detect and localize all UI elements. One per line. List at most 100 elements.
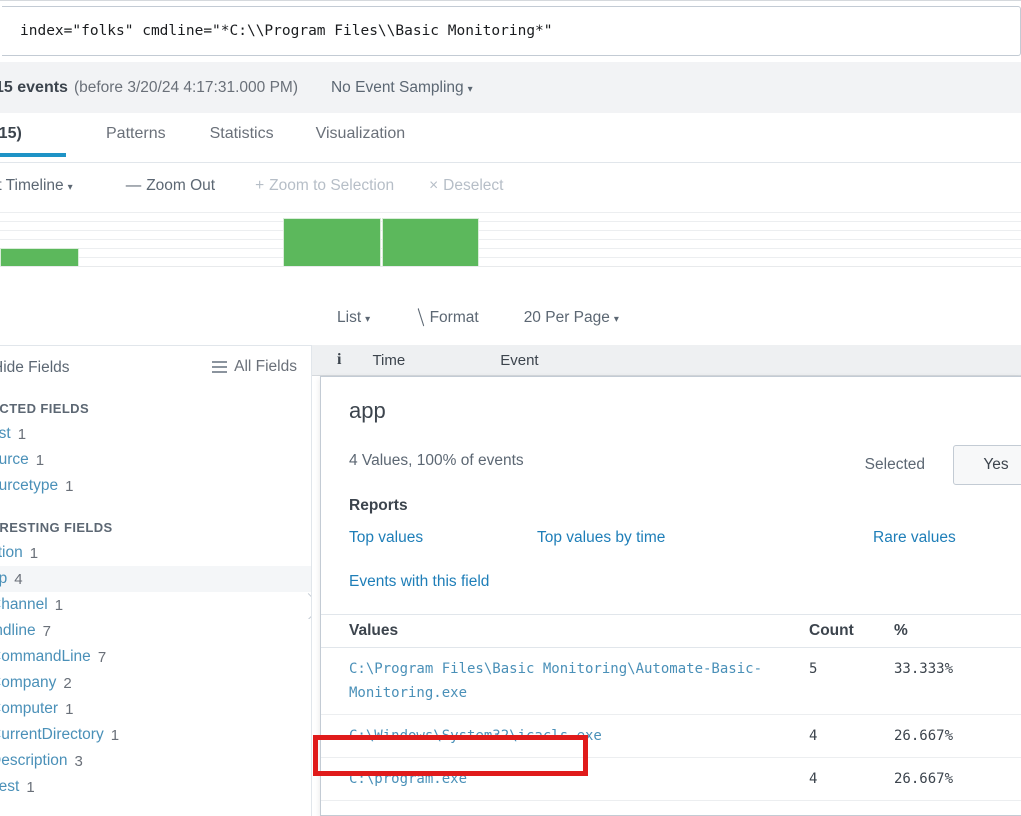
tab-visualization-label: Visualization	[315, 125, 406, 142]
hide-fields-button[interactable]: Hide Fields	[0, 359, 70, 377]
timeline-gridline	[0, 257, 1021, 258]
timeline-gridline	[0, 212, 1021, 213]
sidebar-field-label: CurrentDirectory	[0, 726, 104, 743]
sidebar-field-mdline[interactable]: mdline 7	[0, 618, 311, 644]
sidebar-field-label: pp	[0, 570, 7, 588]
per-page-dropdown[interactable]: 20 Per Page ▾	[524, 309, 619, 327]
events-table-header: i Time Event	[312, 345, 1021, 376]
values-table-header: Values Count %	[321, 615, 1021, 648]
sidebar-field-count: 1	[35, 451, 45, 469]
table-row: C:\Windows\System32\icacls.exe 4 26.667%	[321, 715, 1021, 758]
rare-values-link[interactable]: Rare values	[873, 529, 956, 547]
zoom-to-selection-label: Zoom to Selection	[269, 177, 395, 194]
timeline-bar[interactable]	[382, 218, 479, 266]
sidebar-field-ource[interactable]: ource 1	[0, 447, 311, 473]
sidebar-field-Description[interactable]: Description 3	[0, 748, 311, 774]
count-cell: 4	[809, 728, 818, 744]
sidebar-field-Company[interactable]: Company 2	[0, 670, 311, 696]
interesting-fields-heading: TERESTING FIELDS	[0, 520, 113, 535]
sidebar-field-count: 4	[14, 570, 23, 588]
percent-cell: 26.667%	[894, 771, 954, 787]
format-timeline-label: ormat Timeline	[0, 177, 64, 194]
tab-statistics-label: Statistics	[209, 125, 274, 142]
sidebar-field-count: 7	[97, 648, 107, 666]
sidebar-field-ction[interactable]: ction 1	[0, 540, 311, 566]
format-results-label: Format	[429, 309, 479, 326]
format-results-button[interactable]: ╱Format	[412, 309, 479, 327]
popover-field-name: app	[349, 398, 386, 423]
timeline-gridline	[0, 248, 1021, 249]
search-query-text[interactable]: index="folks" cmdline="*C:\\Program File…	[2, 23, 553, 39]
tab-visualization[interactable]: Visualization	[316, 113, 406, 156]
tab-patterns-label: Patterns	[106, 125, 166, 142]
results-toolbar: List ▾ ╱Format 20 Per Page ▾	[0, 296, 1021, 340]
format-timeline-dropdown[interactable]: ormat Timeline▾	[0, 177, 73, 195]
percent-cell: 13.333%	[894, 810, 994, 815]
sidebar-field-Computer[interactable]: Computer 1	[0, 696, 311, 722]
timeline-bar[interactable]	[283, 218, 381, 266]
event-column-header[interactable]: Event	[500, 352, 538, 369]
popover-selected-toggle[interactable]: Yes	[953, 445, 1021, 485]
splunk-search-page: index="folks" cmdline="*C:\\Program File…	[0, 0, 1021, 816]
minus-icon: —	[125, 177, 142, 194]
tab-patterns[interactable]: Patterns	[106, 113, 166, 156]
zoom-out-button[interactable]: — Zoom Out	[126, 177, 215, 195]
sidebar-field-dest[interactable]: dest 1	[0, 774, 311, 800]
sidebar-field-CommandLine[interactable]: CommandLine 7	[0, 644, 311, 670]
timeline-bar[interactable]	[0, 248, 79, 266]
sidebar-field-count: 3	[74, 752, 83, 770]
sidebar-field-count: 2	[63, 674, 72, 692]
deselect-button[interactable]: × Deselect	[429, 177, 503, 195]
selected-fields-list: ost 1 ource 1 ourcetype 1	[0, 421, 311, 499]
event-sampling-dropdown[interactable]: No Event Sampling ▾	[331, 79, 473, 97]
table-row: C:\Windows\System32\sc.exe213.333%	[321, 801, 1021, 815]
values-column-header: Values	[349, 622, 399, 639]
sidebar-field-label: Company	[0, 674, 57, 691]
sidebar-field-count: 1	[17, 425, 27, 443]
event-count-bar: 15 events (before 3/20/24 4:17:31.000 PM…	[0, 62, 1021, 113]
timeline-chart[interactable]	[0, 208, 1021, 294]
sidebar-field-ost[interactable]: ost 1	[0, 421, 311, 447]
zoom-to-selection-button[interactable]: + Zoom to Selection	[255, 177, 394, 195]
value-cell[interactable]: C:\Windows\System32\icacls.exe	[349, 724, 809, 748]
popover-selected-value: Yes	[983, 456, 1009, 473]
sidebar-field-pp[interactable]: pp 4	[0, 566, 311, 592]
search-bar-region: index="folks" cmdline="*C:\\Program File…	[0, 0, 1021, 62]
count-cell: 5	[809, 661, 818, 677]
value-cell[interactable]: C:\Program Files\Basic Monitoring\Automa…	[349, 657, 809, 705]
sidebar-field-Channel[interactable]: Channel 1	[0, 592, 311, 618]
results-tabs: ents (15) Patterns Statistics Visualizat…	[0, 113, 1021, 163]
sidebar-field-CurrentDirectory[interactable]: CurrentDirectory 1	[0, 722, 311, 748]
close-icon: ×	[429, 177, 439, 194]
timeline-gridline	[0, 230, 1021, 231]
sidebar-field-label: Computer	[0, 700, 59, 717]
values-table-body: C:\Program Files\Basic Monitoring\Automa…	[321, 648, 1021, 815]
sidebar-field-label: ost	[0, 425, 11, 442]
zoom-out-label: Zoom Out	[146, 177, 216, 194]
sidebar-field-label: ource	[0, 451, 29, 468]
field-detail-popover: app 4 Values, 100% of events Selected Ye…	[320, 376, 1021, 816]
sidebar-field-count: 7	[42, 622, 52, 640]
tab-events[interactable]: ents (15)	[0, 113, 66, 157]
value-cell[interactable]: C:\Windows\System32\sc.exe	[349, 810, 809, 815]
list-view-dropdown[interactable]: List ▾	[337, 309, 370, 327]
top-divider	[0, 0, 1021, 1]
chevron-down-icon: ▾	[67, 182, 73, 193]
selected-fields-heading: LECTED FIELDS	[0, 401, 90, 416]
time-column-header[interactable]: Time	[372, 352, 405, 369]
sidebar-field-count: 1	[65, 477, 74, 495]
value-cell[interactable]: C:\program.exe	[349, 767, 809, 791]
search-input[interactable]: index="folks" cmdline="*C:\\Program File…	[2, 6, 1021, 56]
top-values-link[interactable]: Top values	[349, 529, 423, 547]
all-fields-button[interactable]: All Fields	[212, 358, 297, 376]
sidebar-field-count: 1	[29, 544, 39, 562]
sidebar-field-ourcetype[interactable]: ourcetype 1	[0, 473, 311, 499]
tab-events-label: ents (15)	[0, 125, 22, 142]
sidebar-field-label: ction	[0, 544, 23, 561]
count-column-header: Count	[809, 622, 854, 639]
sidebar-field-label: dest	[0, 778, 20, 795]
events-with-this-field-link[interactable]: Events with this field	[349, 573, 489, 591]
top-values-by-time-link[interactable]: Top values by time	[537, 529, 665, 547]
tab-statistics[interactable]: Statistics	[210, 113, 274, 156]
list-icon	[212, 361, 228, 373]
